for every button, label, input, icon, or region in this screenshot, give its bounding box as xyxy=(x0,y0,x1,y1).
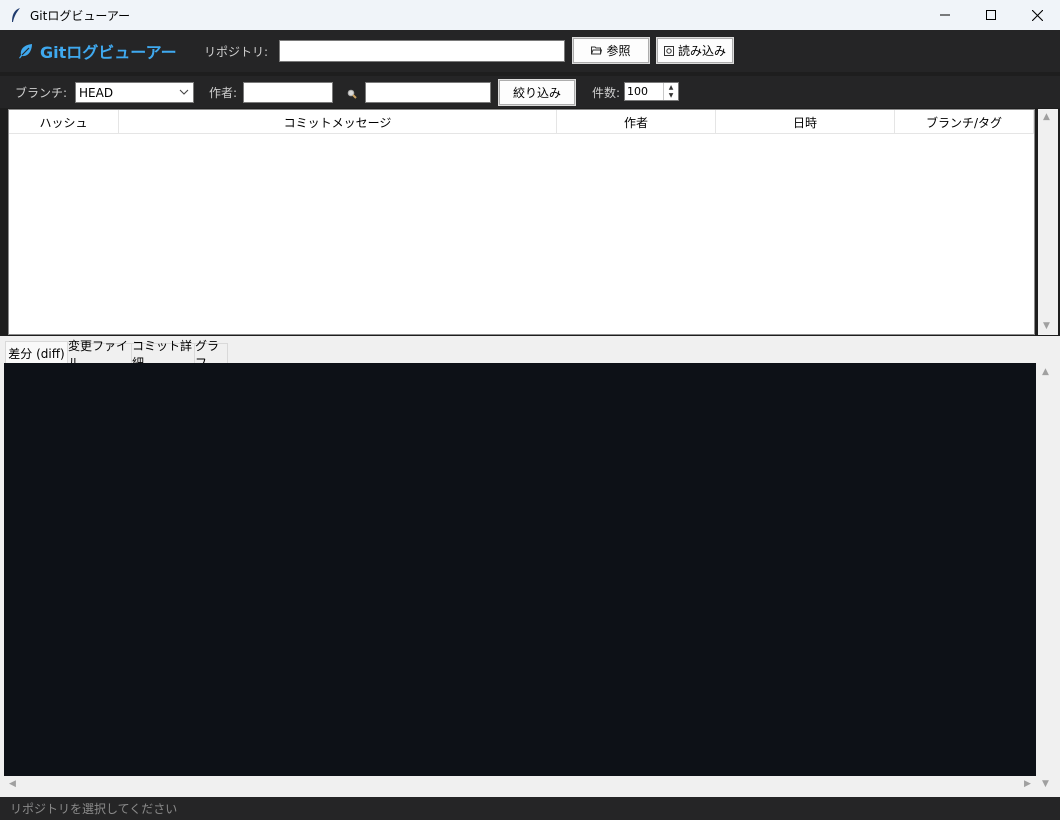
scroll-right-icon[interactable]: ▶ xyxy=(1024,779,1031,789)
count-spinbox[interactable]: 100 ▲ ▼ xyxy=(624,82,679,101)
load-label: 読み込み xyxy=(677,44,726,58)
spin-arrows: ▲ ▼ xyxy=(663,83,678,100)
count-value: 100 xyxy=(627,85,648,98)
table-vertical-scrollbar[interactable]: ▲ ▼ xyxy=(1038,109,1058,335)
scroll-down-icon[interactable]: ▼ xyxy=(1042,779,1049,789)
spin-up-icon[interactable]: ▲ xyxy=(664,83,678,92)
detail-tabs: 差分 (diff) 変更ファイル コミット詳細 グラフ xyxy=(0,336,1060,370)
brand: Gitログビューアー xyxy=(18,39,194,63)
branch-label: ブランチ: xyxy=(15,85,68,100)
minimize-icon xyxy=(940,14,950,16)
feather-icon xyxy=(10,7,24,23)
close-button[interactable] xyxy=(1014,0,1060,30)
status-text: リポジトリを選択してください xyxy=(10,802,178,816)
magnifier-icon xyxy=(347,78,357,110)
maximize-button[interactable] xyxy=(968,0,1014,30)
close-icon xyxy=(1031,9,1043,21)
filter-button[interactable]: 絞り込み xyxy=(498,79,576,106)
author-input[interactable] xyxy=(243,82,333,103)
scroll-left-icon[interactable]: ◀ xyxy=(9,779,16,789)
repo-path-input[interactable] xyxy=(279,40,565,62)
spin-down-icon[interactable]: ▼ xyxy=(664,92,678,101)
commit-table[interactable]: ハッシュ コミットメッセージ 作者 日時 ブランチ/タグ xyxy=(8,109,1035,335)
tab-changed-files[interactable]: 変更ファイル xyxy=(67,339,132,370)
column-date[interactable]: 日時 xyxy=(716,110,895,134)
search-input[interactable] xyxy=(365,82,491,103)
browse-label: 参照 xyxy=(606,44,631,58)
table-header: ハッシュ コミットメッセージ 作者 日時 ブランチ/タグ xyxy=(9,110,1034,134)
load-button[interactable]: 読み込み xyxy=(656,37,734,64)
tab-commit-details[interactable]: コミット詳細 xyxy=(131,339,195,370)
window-controls xyxy=(922,0,1060,30)
column-hash[interactable]: ハッシュ xyxy=(9,110,119,134)
branch-select[interactable]: HEAD xyxy=(75,82,194,103)
minimize-button[interactable] xyxy=(922,0,968,30)
branch-value: HEAD xyxy=(79,85,114,100)
filter-bar: ブランチ: HEAD 作者: 絞り込み 件数: 100 ▲ ▼ xyxy=(0,76,1060,108)
diff-view[interactable] xyxy=(4,363,1036,776)
tab-diff[interactable]: 差分 (diff) xyxy=(5,341,68,364)
status-bar: リポジトリを選択してください xyxy=(0,797,1060,820)
tab-graph[interactable]: グラフ xyxy=(194,339,228,370)
column-message[interactable]: コミットメッセージ xyxy=(119,110,557,134)
diff-vertical-scrollbar[interactable]: ▲ ▼ xyxy=(1036,363,1060,796)
chevron-down-icon xyxy=(179,86,189,100)
window-title: Gitログビューアー xyxy=(30,8,131,23)
window-titlebar: Gitログビューアー xyxy=(0,0,1060,30)
diff-horizontal-scrollbar[interactable]: ◀ ▶ xyxy=(4,776,1036,794)
repo-label: リポジトリ: xyxy=(204,44,269,59)
scroll-down-icon[interactable]: ▼ xyxy=(1043,321,1050,331)
leaf-icon xyxy=(18,43,34,59)
author-label: 作者: xyxy=(209,85,238,100)
column-branch-tag[interactable]: ブランチ/タグ xyxy=(895,110,1034,134)
scroll-up-icon[interactable]: ▲ xyxy=(1042,367,1049,377)
count-label: 件数: xyxy=(592,85,621,100)
column-author[interactable]: 作者 xyxy=(557,110,716,134)
browse-button[interactable]: 参照 xyxy=(572,37,650,64)
maximize-icon xyxy=(986,10,996,20)
load-icon xyxy=(663,45,674,56)
folder-open-icon xyxy=(591,46,603,55)
brand-title: Gitログビューアー xyxy=(40,43,177,62)
app-header: Gitログビューアー リポジトリ: 参照 読み込み xyxy=(0,30,1060,72)
scroll-up-icon[interactable]: ▲ xyxy=(1043,112,1050,122)
